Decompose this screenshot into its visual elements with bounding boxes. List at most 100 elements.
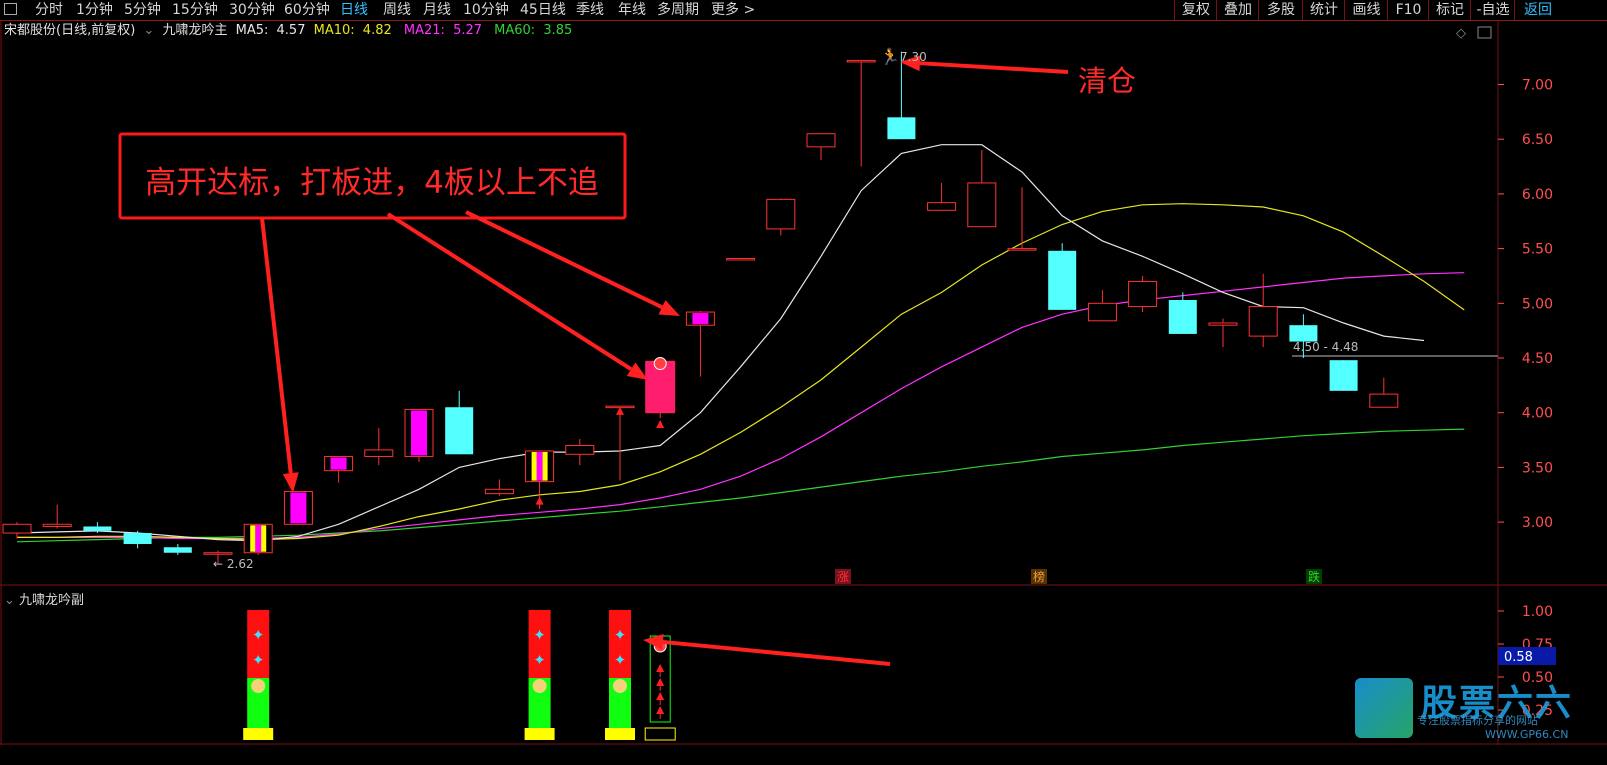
indicator-dropdown-icon[interactable]: ⌄ (143, 23, 154, 38)
toolbar-button-4[interactable]: 画线 (1344, 0, 1388, 20)
ma60-label: MA60: (494, 23, 536, 38)
low-price-label: ← 2.62 (213, 557, 254, 571)
y-tick-label: 5.00 (1522, 296, 1553, 312)
buy-arrow-icon (535, 496, 544, 505)
butterfly-icon: ✦ (252, 626, 265, 644)
period-tab-0[interactable]: 分时 (35, 0, 63, 20)
candle (1248, 273, 1278, 348)
sub-indicator-title[interactable]: ⌄ 九啸龙吟副 (4, 589, 84, 608)
moving-average-lines (16, 144, 1498, 543)
period-tab-10[interactable]: 45日线 (520, 0, 566, 20)
candle-body (1048, 250, 1077, 310)
money-bag-icon (613, 679, 627, 693)
period-tab-5[interactable]: 60分钟 (284, 0, 330, 20)
y-tick-label: 6.00 (1522, 187, 1553, 203)
candle (364, 428, 394, 466)
period-tab-6[interactable]: 日线 (340, 0, 368, 20)
candle (1007, 187, 1037, 251)
period-tab-9[interactable]: 10分钟 (463, 0, 509, 20)
stock-title[interactable]: 宋都股份(日线,前复权) (4, 23, 135, 38)
toolbar-button-7[interactable]: -自选 (1470, 0, 1515, 20)
arrow-icon (656, 664, 665, 672)
sub-indicator-chart: ✦ ✦ ✦ ✦ ✦ ✦ (243, 610, 676, 741)
period-tab-3[interactable]: 15分钟 (172, 0, 218, 20)
candle-body (83, 526, 112, 531)
candle (1208, 318, 1238, 348)
candle-body (846, 59, 876, 63)
price-axis: 7.00 6.50 6.00 5.50 5.00 4.50 4.00 3.50 3.00 1.00… (1498, 78, 1556, 719)
toolbar-button-3[interactable]: 统计 (1302, 0, 1345, 20)
candle-body (203, 552, 233, 555)
toolbar-button-2[interactable]: 多股 (1258, 0, 1303, 20)
arrow-to-sub-signal-shaft (662, 639, 891, 666)
candle-body (163, 547, 192, 553)
clear-position-label: 清仓 (1078, 64, 1136, 98)
candle (927, 182, 957, 211)
price-level-label: 4.50 - 4.48 (1293, 340, 1358, 354)
period-tab-13[interactable]: 多周期 (657, 0, 699, 20)
watermark-icon (1355, 678, 1413, 738)
ma10-value: 4.82 (362, 23, 392, 38)
period-tab-8[interactable]: 月线 (423, 0, 451, 20)
period-tab-1[interactable]: 1分钟 (76, 0, 113, 20)
period-tab-14[interactable]: 更多 > (711, 0, 755, 20)
sub-value-label: 0.58 (1504, 650, 1533, 665)
menu-icon[interactable] (4, 3, 17, 15)
callout-text: 高开达标，打板进，4板以上不追 (145, 165, 599, 201)
event-tag-tag_bang: 榜 (1033, 569, 1045, 584)
toolbar-button-6[interactable]: 标记 (1428, 0, 1471, 20)
candle-body (1087, 302, 1117, 322)
ma60-line (16, 428, 1465, 543)
candle (163, 543, 192, 555)
toolbar-button-1[interactable]: 叠加 (1216, 0, 1259, 20)
period-tab-4[interactable]: 30分钟 (229, 0, 275, 20)
candle (404, 408, 434, 462)
diamond-icon: ◇ (1456, 26, 1466, 41)
toolbar-button-0[interactable]: 复权 (1174, 0, 1217, 20)
arrow-icon (656, 706, 665, 714)
candle (726, 257, 756, 261)
signal-base (605, 728, 635, 740)
y-tick-label: 3.50 (1522, 460, 1553, 476)
toolbar-button-5[interactable]: F10 (1387, 0, 1429, 20)
candle (1329, 360, 1358, 391)
period-tab-11[interactable]: 季线 (576, 0, 604, 20)
high-price-label: 7.30 (900, 50, 927, 64)
toolbar-button-8[interactable]: 返回 (1514, 0, 1561, 20)
candle-body (2, 523, 32, 534)
arrow-to-fourth-board-shaft (465, 210, 663, 310)
arrow-to-first-board-head (282, 472, 299, 493)
y-tick-label: 4.50 (1522, 351, 1553, 367)
candle (2, 522, 32, 539)
candle-body (565, 445, 595, 455)
candle (324, 455, 354, 483)
event-tag-tag_zhang: 涨 (837, 569, 849, 584)
candle (806, 133, 836, 160)
arrow-to-breakout-shaft (386, 212, 633, 371)
candle (1128, 275, 1158, 313)
buy-ball-icon (653, 356, 667, 370)
main-indicator-name[interactable]: 九啸龙吟主 (162, 23, 227, 38)
limit-up-marker (692, 313, 709, 325)
candle-body (726, 257, 756, 261)
candle-body (1007, 248, 1037, 251)
candle-body (364, 449, 394, 457)
period-tab-12[interactable]: 年线 (618, 0, 646, 20)
ma21-value: 5.27 (453, 23, 483, 38)
candle (846, 59, 876, 167)
butterfly-icon: ✦ (533, 651, 546, 669)
limit-up-marker (290, 492, 307, 524)
ma21-line (17, 272, 1465, 540)
candle (1087, 290, 1117, 322)
period-tab-7[interactable]: 周线 (383, 0, 411, 20)
candle-body (484, 488, 514, 495)
sub-dropdown-icon[interactable]: ⌄ (4, 593, 15, 608)
period-tab-2[interactable]: 5分钟 (124, 0, 161, 20)
arrow-icon (656, 692, 665, 700)
ma10-line (17, 203, 1465, 541)
candle-body (1208, 322, 1238, 326)
candle-body (1128, 280, 1158, 308)
arrow-to-first-board-shaft (260, 217, 293, 474)
candle (605, 405, 635, 481)
ma5-value: 4.57 (276, 23, 306, 38)
